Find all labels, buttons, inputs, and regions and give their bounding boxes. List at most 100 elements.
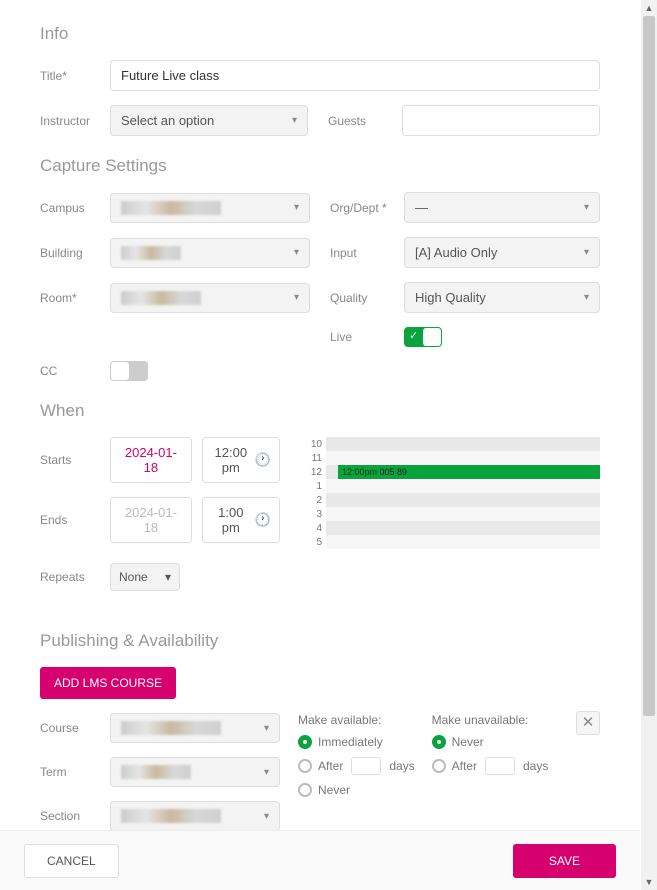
calendar-hour-label: 2: [306, 495, 326, 506]
available-never-radio[interactable]: [298, 783, 312, 797]
calendar-cell[interactable]: [326, 479, 600, 493]
repeats-value: None: [119, 570, 148, 584]
clock-icon: 🕐: [255, 452, 271, 468]
quality-value: High Quality: [415, 290, 486, 305]
ends-time-text: 1:00 pm: [211, 505, 251, 535]
calendar-cell[interactable]: 12:00pm 005 89: [326, 465, 600, 479]
campus-label: Campus: [40, 201, 100, 215]
section-title-publishing: Publishing & Availability: [40, 631, 600, 651]
repeats-label: Repeats: [40, 570, 100, 584]
section-title-when: When: [40, 401, 600, 421]
calendar-row: 4: [306, 521, 600, 535]
chevron-down-icon: ▾: [294, 292, 299, 303]
input-value: [A] Audio Only: [415, 245, 497, 260]
calendar-cell[interactable]: [326, 535, 600, 549]
clock-icon: 🕐: [255, 512, 271, 528]
calendar-hour-label: 5: [306, 537, 326, 548]
orgdept-select[interactable]: — ▾: [404, 192, 600, 223]
available-after-days-input[interactable]: [351, 757, 381, 775]
unavailable-after-days-input[interactable]: [485, 757, 515, 775]
available-after-radio[interactable]: [298, 759, 312, 773]
scroll-down-arrow-icon[interactable]: ▼: [641, 874, 657, 890]
window-scrollbar[interactable]: ▲ ▼: [641, 0, 657, 890]
term-value-redacted: [121, 765, 191, 779]
unavailable-never-radio[interactable]: [432, 735, 446, 749]
title-label: Title*: [40, 69, 100, 83]
instructor-placeholder: Select an option: [121, 113, 214, 128]
starts-time-input[interactable]: 12:00 pm 🕐: [202, 437, 280, 483]
toggle-knob: [423, 328, 441, 346]
calendar-row: 2: [306, 493, 600, 507]
section-select[interactable]: ▾: [110, 801, 280, 830]
add-lms-course-button[interactable]: ADD LMS COURSE: [40, 667, 176, 699]
mini-calendar[interactable]: 10111212:00pm 005 8912345: [306, 437, 600, 605]
toggle-knob: [111, 362, 129, 380]
ends-label: Ends: [40, 513, 100, 527]
cancel-button[interactable]: CANCEL: [24, 844, 119, 878]
starts-date-input[interactable]: 2024-01-18: [110, 437, 192, 483]
input-select[interactable]: [A] Audio Only ▾: [404, 237, 600, 268]
calendar-cell[interactable]: [326, 507, 600, 521]
chevron-down-icon: ▾: [264, 723, 269, 734]
instructor-select[interactable]: Select an option ▾: [110, 105, 308, 136]
scroll-up-arrow-icon[interactable]: ▲: [641, 0, 657, 16]
quality-select[interactable]: High Quality ▾: [404, 282, 600, 313]
title-input[interactable]: [110, 60, 600, 91]
unavailable-after-radio[interactable]: [432, 759, 446, 773]
instructor-label: Instructor: [40, 114, 100, 128]
save-button[interactable]: SAVE: [513, 844, 616, 878]
calendar-cell[interactable]: [326, 493, 600, 507]
calendar-hour-label: 3: [306, 509, 326, 520]
available-immediately-radio[interactable]: [298, 735, 312, 749]
starts-label: Starts: [40, 453, 100, 467]
calendar-event[interactable]: 12:00pm 005 89: [338, 465, 600, 479]
calendar-row: 5: [306, 535, 600, 549]
room-label: Room*: [40, 291, 100, 305]
live-toggle[interactable]: [404, 327, 442, 347]
unavailable-after-label: After: [452, 759, 477, 773]
chevron-down-icon: ▾: [264, 811, 269, 822]
campus-select[interactable]: ▾: [110, 193, 310, 223]
cc-toggle[interactable]: [110, 361, 148, 381]
available-never-label: Never: [318, 783, 350, 797]
calendar-cell[interactable]: [326, 451, 600, 465]
section-label: Section: [40, 809, 100, 823]
ends-date-input[interactable]: 2024-01-18: [110, 497, 192, 543]
course-select[interactable]: ▾: [110, 713, 280, 743]
section-title-capture: Capture Settings: [40, 156, 600, 176]
orgdept-label: Org/Dept *: [330, 201, 394, 215]
remove-publishing-button[interactable]: ✕: [576, 711, 600, 735]
calendar-cell[interactable]: [326, 521, 600, 535]
make-unavailable-label: Make unavailable:: [432, 713, 562, 727]
live-label: Live: [330, 330, 394, 344]
scrollbar-thumb[interactable]: [643, 16, 655, 716]
calendar-hour-label: 12: [306, 467, 326, 478]
available-days-label: days: [389, 759, 414, 773]
guests-input[interactable]: [402, 105, 600, 136]
building-value-redacted: [121, 246, 181, 260]
calendar-hour-label: 4: [306, 523, 326, 534]
chevron-down-icon: ▾: [294, 202, 299, 213]
repeats-select[interactable]: None ▾: [110, 563, 180, 591]
calendar-row: 1: [306, 479, 600, 493]
chevron-down-icon: ▾: [292, 115, 297, 126]
guests-label: Guests: [328, 114, 392, 128]
ends-time-input[interactable]: 1:00 pm 🕐: [202, 497, 280, 543]
available-immediately-label: Immediately: [318, 735, 383, 749]
cc-label: CC: [40, 364, 100, 378]
dialog-footer: CANCEL SAVE: [0, 830, 640, 890]
unavailable-never-label: Never: [452, 735, 484, 749]
calendar-hour-label: 1: [306, 481, 326, 492]
chevron-down-icon: ▾: [264, 767, 269, 778]
term-select[interactable]: ▾: [110, 757, 280, 787]
orgdept-value: —: [415, 200, 428, 215]
starts-time-text: 12:00 pm: [211, 445, 251, 475]
room-select[interactable]: ▾: [110, 283, 310, 313]
calendar-row: 11: [306, 451, 600, 465]
calendar-cell[interactable]: [326, 437, 600, 451]
form-scroll-area[interactable]: Info Title* Instructor Select an option …: [0, 0, 640, 830]
building-select[interactable]: ▾: [110, 238, 310, 268]
available-after-label: After: [318, 759, 343, 773]
campus-value-redacted: [121, 201, 221, 215]
make-available-label: Make available:: [298, 713, 428, 727]
